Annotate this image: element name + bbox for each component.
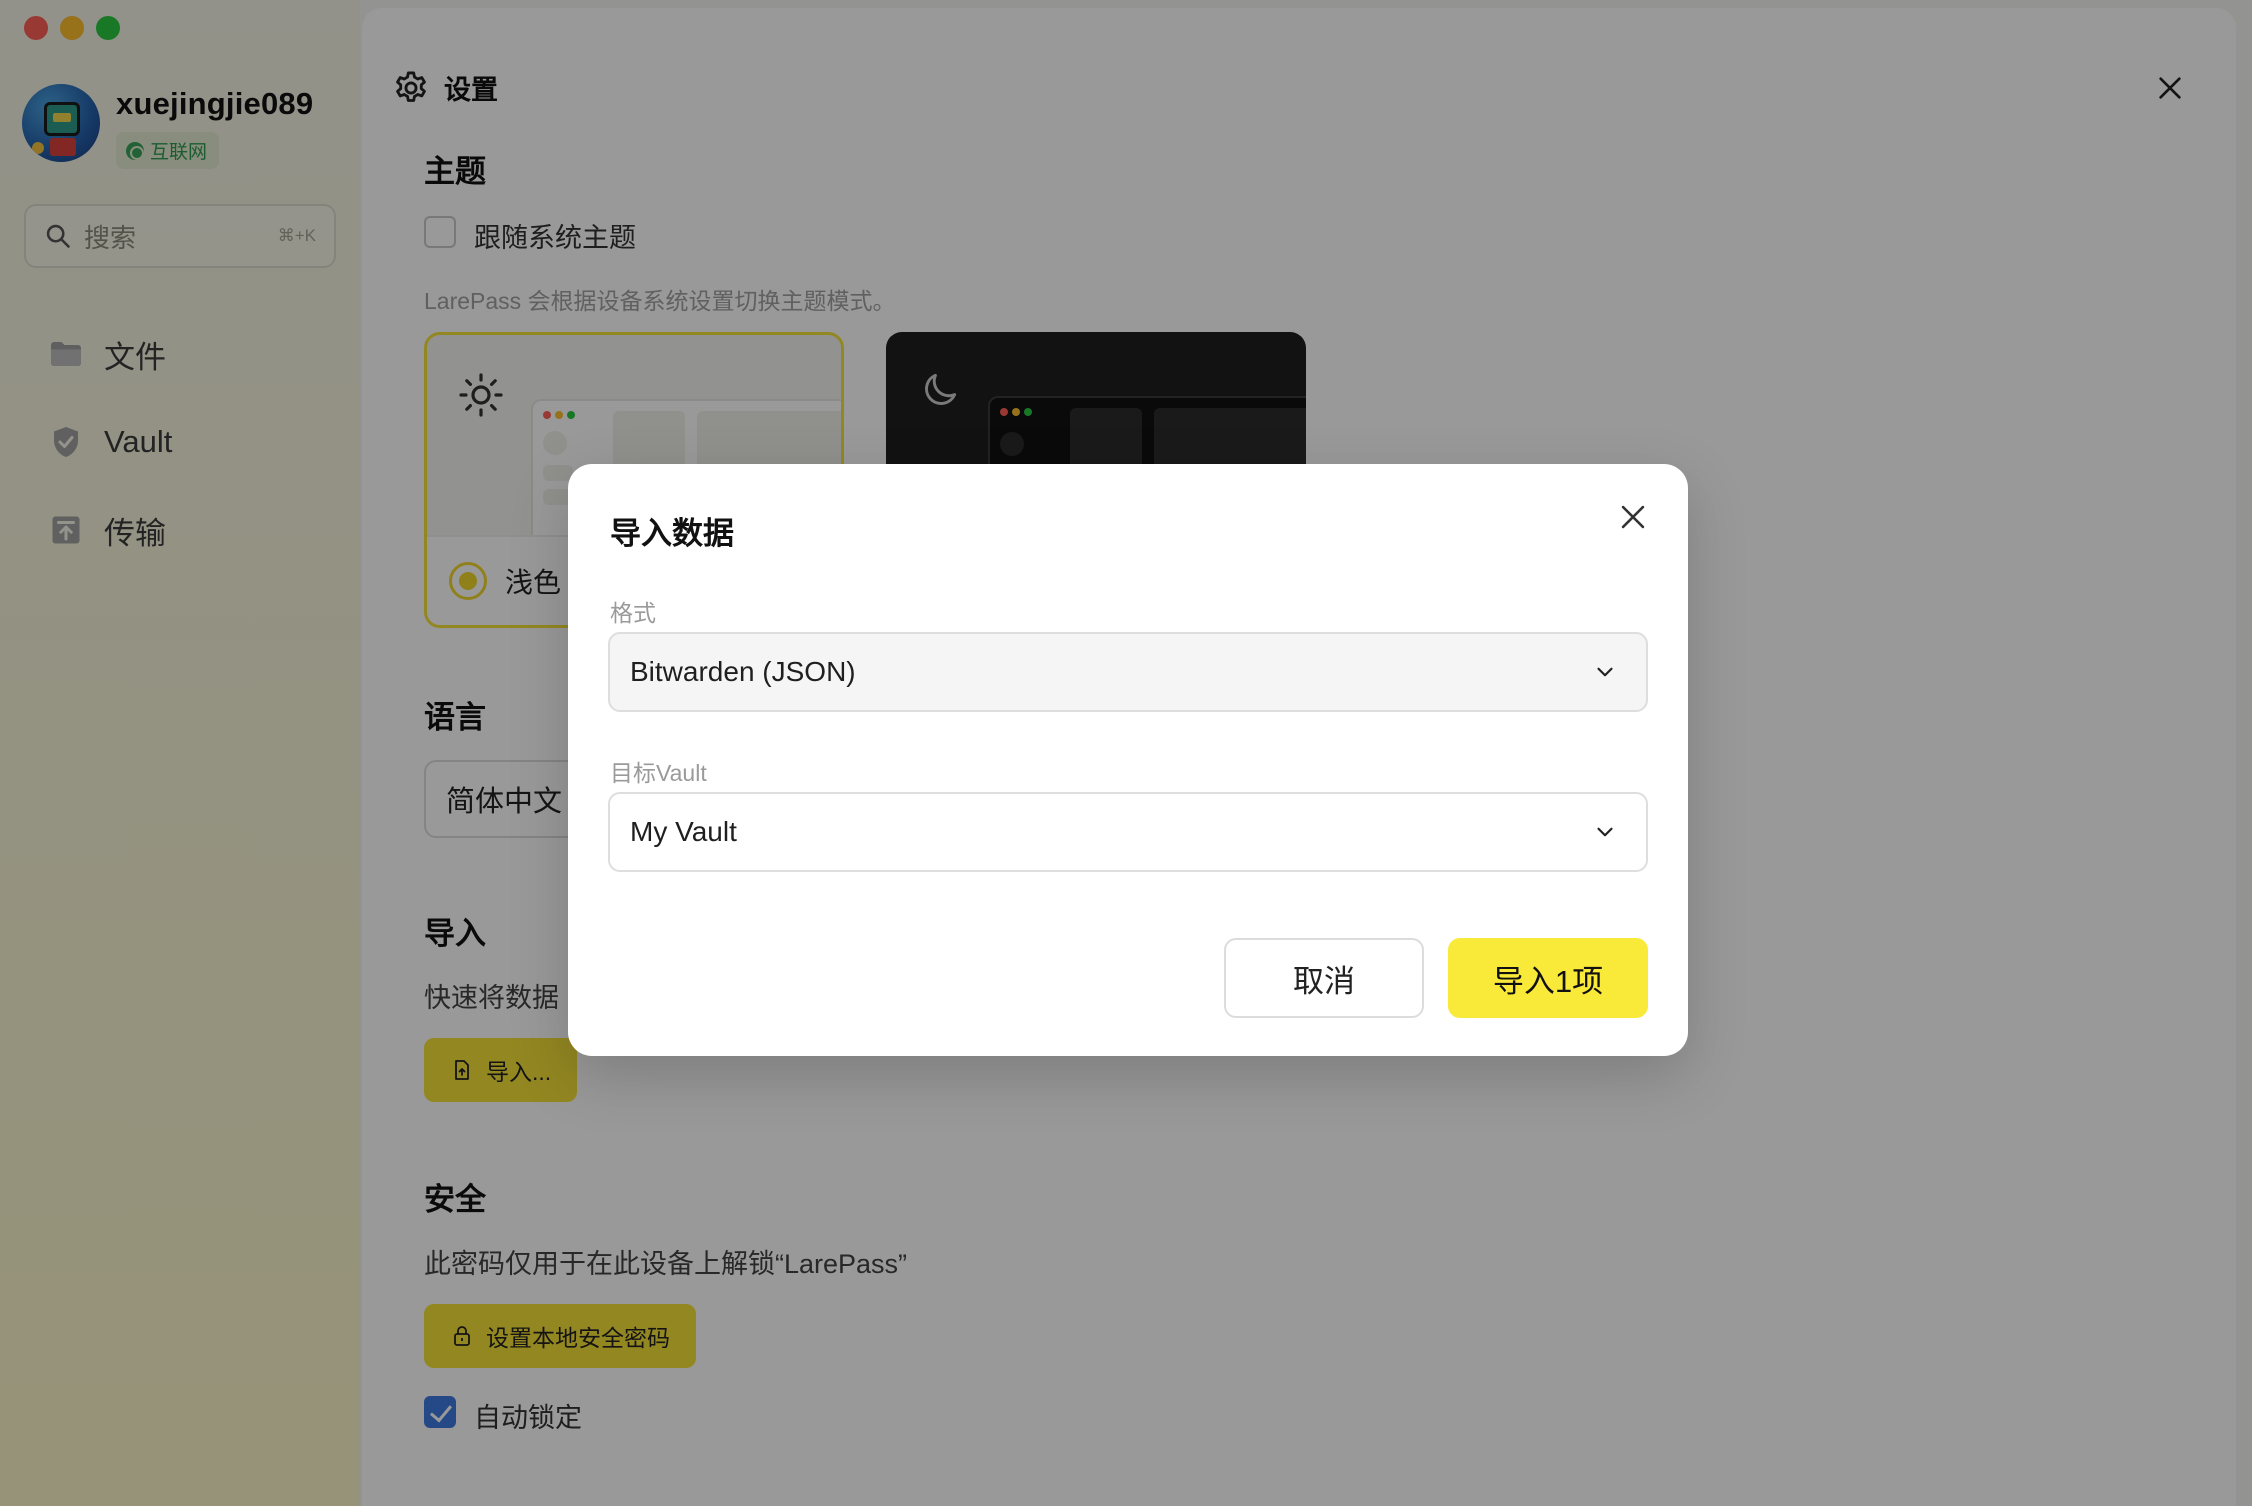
cancel-button[interactable]: 取消 [1224,938,1424,1018]
target-vault-select-value: My Vault [630,816,737,847]
chevron-down-icon [1597,667,1613,677]
format-select[interactable]: Bitwarden (JSON) [608,632,1648,712]
close-icon[interactable] [1616,500,1650,534]
import-confirm-button[interactable]: 导入1项 [1448,938,1648,1018]
target-vault-select[interactable]: My Vault [608,792,1648,872]
format-label: 格式 [610,600,656,626]
format-select-value: Bitwarden (JSON) [630,656,856,687]
chevron-down-icon [1597,827,1613,837]
import-data-dialog: 导入数据 格式 Bitwarden (JSON) 目标Vault My Vaul… [568,464,1688,1056]
target-vault-label: 目标Vault [610,760,707,786]
dialog-title: 导入数据 [610,516,734,551]
